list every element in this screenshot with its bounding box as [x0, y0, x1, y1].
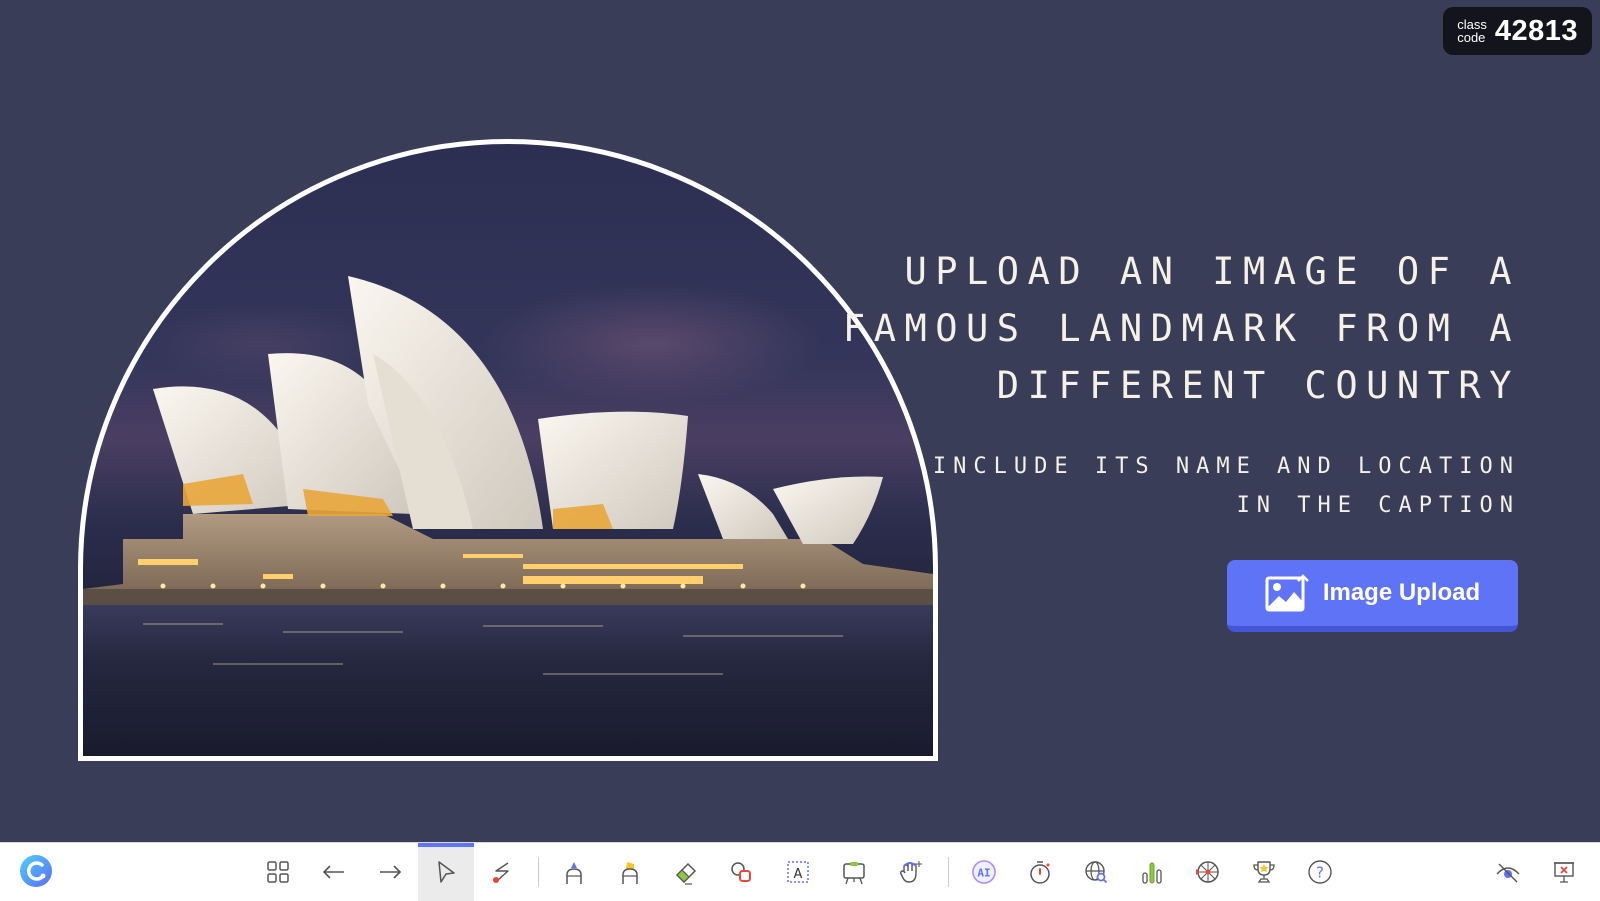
- spinner-wheel-button[interactable]: [1180, 843, 1236, 901]
- eraser-icon: [675, 862, 697, 885]
- svg-text:AI: AI: [977, 867, 990, 880]
- class-code-label-line2: code: [1457, 30, 1486, 45]
- move-tool-button[interactable]: [882, 843, 938, 901]
- toolbar-divider: [538, 857, 539, 887]
- opera-house-illustration: [83, 276, 933, 756]
- image-upload-label: Image Upload: [1322, 579, 1481, 606]
- web-search-button[interactable]: [1068, 843, 1124, 901]
- grid-icon: [267, 861, 289, 883]
- end-presentation-icon: [1554, 862, 1574, 883]
- class-code-badge: class code 42813: [1443, 7, 1592, 55]
- previous-slide-button[interactable]: [306, 843, 362, 901]
- end-presentation-button[interactable]: [1536, 843, 1592, 901]
- whiteboard-button[interactable]: [826, 843, 882, 901]
- eraser-tool-button[interactable]: [658, 843, 714, 901]
- highlighter-tool-button[interactable]: [602, 843, 658, 901]
- svg-text:A: A: [794, 867, 803, 882]
- timer-button[interactable]: [1012, 843, 1068, 901]
- bar-chart-icon: [1142, 862, 1162, 884]
- leaderboard-button[interactable]: [1236, 843, 1292, 901]
- cursor-icon: [438, 861, 455, 883]
- whiteboard-icon: [843, 862, 865, 885]
- svg-text:?: ?: [1316, 864, 1324, 882]
- highlighter-icon: [622, 862, 638, 884]
- help-button[interactable]: ?: [1292, 843, 1348, 901]
- timer-icon: [1030, 861, 1050, 884]
- poll-button[interactable]: [1124, 843, 1180, 901]
- landmark-image: [78, 139, 938, 761]
- next-slide-button[interactable]: [362, 843, 418, 901]
- image-upload-button[interactable]: Image Upload: [1227, 560, 1518, 632]
- ai-icon: AI: [972, 860, 996, 884]
- bottom-toolbar: A AI ?: [0, 842, 1600, 901]
- ai-assistant-button[interactable]: AI: [956, 843, 1012, 901]
- hide-slides-button[interactable]: [1480, 843, 1536, 901]
- arrow-left-icon: [322, 865, 344, 879]
- globe-search-icon: [1085, 861, 1108, 884]
- laser-pointer-icon: [493, 862, 509, 883]
- hand-move-icon: [899, 861, 922, 883]
- pen-icon: [566, 862, 582, 884]
- slide-canvas: class code 42813 UPLOAD AN IMAGE OF A FA…: [0, 0, 1600, 842]
- class-code-label: class code: [1457, 18, 1487, 44]
- shapes-tool-button[interactable]: [714, 843, 770, 901]
- image-upload-icon: [1265, 574, 1309, 612]
- laser-pointer-button[interactable]: [474, 843, 530, 901]
- slide-headline: UPLOAD AN IMAGE OF A FAMOUS LANDMARK FRO…: [842, 250, 1520, 407]
- eye-off-icon: [1496, 863, 1520, 883]
- pen-tool-button[interactable]: [546, 843, 602, 901]
- slides-grid-button[interactable]: [250, 843, 306, 901]
- help-icon: ?: [1308, 860, 1332, 884]
- trophy-icon: [1253, 861, 1275, 883]
- wheel-icon: [1196, 861, 1219, 883]
- shapes-icon: [731, 862, 751, 882]
- text-tool-button[interactable]: A: [770, 843, 826, 901]
- toolbar-divider: [948, 857, 949, 887]
- arrow-right-icon: [380, 865, 402, 879]
- slide-instructions: INCLUDE ITS NAME AND LOCATION IN THE CAP…: [932, 454, 1520, 518]
- select-tool-button[interactable]: [418, 843, 474, 901]
- class-code-value: 42813: [1494, 14, 1578, 47]
- text-box-icon: A: [787, 861, 809, 883]
- app-logo-icon[interactable]: [20, 855, 52, 887]
